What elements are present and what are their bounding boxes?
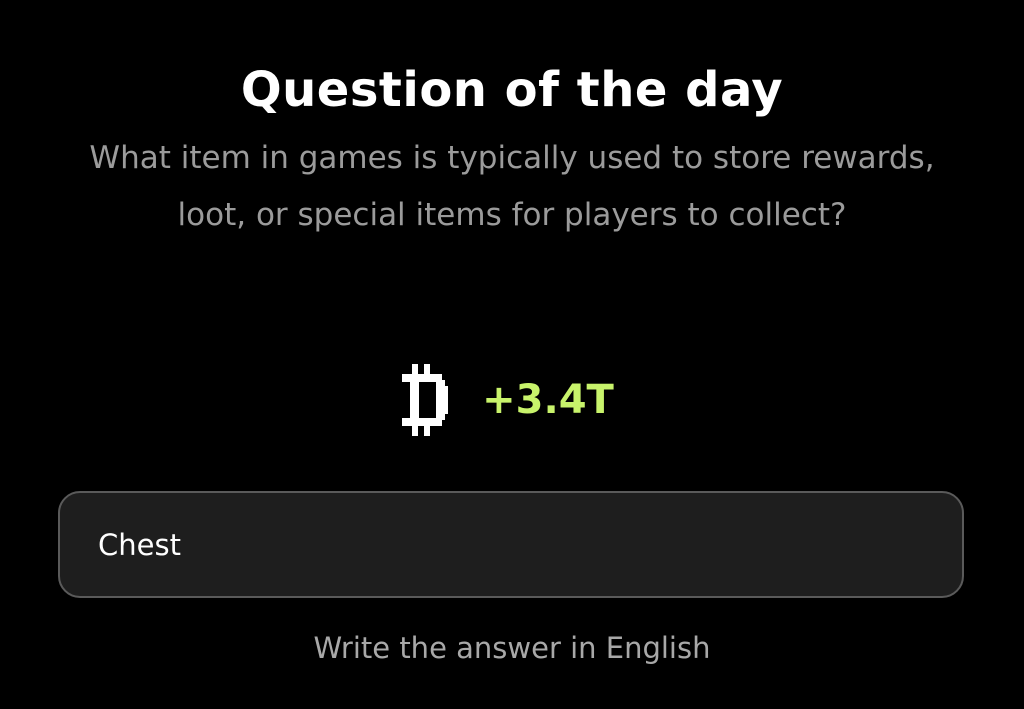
answer-input[interactable] — [98, 493, 918, 596]
reward-amount: +3.4T — [482, 377, 614, 423]
question-text: What item in games is typically used to … — [89, 140, 935, 233]
answer-field[interactable] — [58, 491, 964, 598]
reward-row: +3.4T — [0, 362, 1024, 438]
page-title: Question of the day — [240, 62, 784, 118]
answer-hint: Write the answer in English — [313, 631, 711, 665]
coin-icon — [398, 362, 450, 438]
